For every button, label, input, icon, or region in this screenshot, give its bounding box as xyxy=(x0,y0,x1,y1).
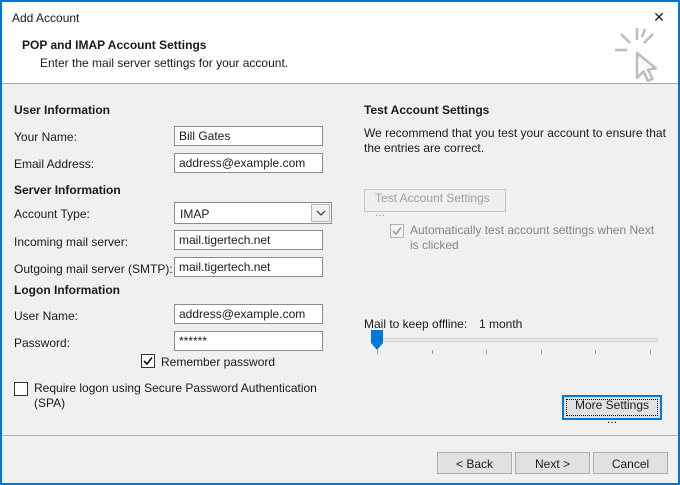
slider-tick xyxy=(432,350,433,354)
offline-slider-track[interactable] xyxy=(377,338,658,342)
spa-label: Require logon using Secure Password Auth… xyxy=(34,381,330,411)
section-test-account-settings: Test Account Settings xyxy=(364,103,489,117)
back-button[interactable]: < Back xyxy=(437,452,512,474)
test-account-settings-button[interactable]: Test Account Settings ... xyxy=(364,189,506,212)
mail-offline-value: 1 month xyxy=(479,317,522,331)
slider-tick xyxy=(541,350,542,354)
remember-password-label: Remember password xyxy=(161,355,275,369)
click-cursor-sparkle-icon xyxy=(612,26,670,82)
slider-tick xyxy=(650,350,651,354)
section-server-information: Server Information xyxy=(14,183,121,197)
chevron-down-icon[interactable] xyxy=(311,204,330,222)
footer-divider xyxy=(2,435,678,436)
email-address-label: Email Address: xyxy=(14,157,94,171)
window-title: Add Account xyxy=(12,11,79,25)
spa-checkbox[interactable] xyxy=(14,382,28,396)
checkmark-icon xyxy=(392,226,402,236)
page-title: POP and IMAP Account Settings xyxy=(22,38,206,52)
close-icon[interactable]: ✕ xyxy=(649,7,669,27)
incoming-server-label: Incoming mail server: xyxy=(14,235,128,249)
page-subtitle: Enter the mail server settings for your … xyxy=(40,56,288,70)
more-settings-button[interactable]: More Settings ... xyxy=(562,395,662,420)
add-account-dialog: Add Account ✕ POP and IMAP Account Setti… xyxy=(0,0,680,485)
section-user-information: User Information xyxy=(14,103,110,117)
user-name-label: User Name: xyxy=(14,309,78,323)
password-input[interactable] xyxy=(174,331,323,351)
email-address-input[interactable] xyxy=(174,153,323,173)
checkmark-icon xyxy=(143,356,153,366)
remember-password-checkbox[interactable] xyxy=(141,354,155,368)
mail-offline-label: Mail to keep offline: xyxy=(364,317,467,331)
account-type-label: Account Type: xyxy=(14,207,90,221)
offline-slider-thumb[interactable] xyxy=(371,330,383,350)
outgoing-server-label: Outgoing mail server (SMTP): xyxy=(14,262,173,276)
slider-tick xyxy=(377,350,378,354)
your-name-input[interactable] xyxy=(174,126,323,146)
account-type-value: IMAP xyxy=(180,207,209,221)
slider-tick xyxy=(486,350,487,354)
outgoing-server-input[interactable] xyxy=(174,257,323,277)
cancel-button[interactable]: Cancel xyxy=(593,452,668,474)
user-name-input[interactable] xyxy=(174,304,323,324)
slider-tick xyxy=(595,350,596,354)
auto-test-checkbox[interactable] xyxy=(390,224,404,238)
next-button[interactable]: Next > xyxy=(515,452,590,474)
account-type-select[interactable]: IMAP xyxy=(174,202,332,224)
dialog-header: Add Account ✕ POP and IMAP Account Setti… xyxy=(2,2,678,84)
password-label: Password: xyxy=(14,336,70,350)
section-logon-information: Logon Information xyxy=(14,283,120,297)
incoming-server-input[interactable] xyxy=(174,230,323,250)
your-name-label: Your Name: xyxy=(14,130,77,144)
test-settings-description: We recommend that you test your account … xyxy=(364,126,666,156)
auto-test-label: Automatically test account settings when… xyxy=(410,223,662,253)
